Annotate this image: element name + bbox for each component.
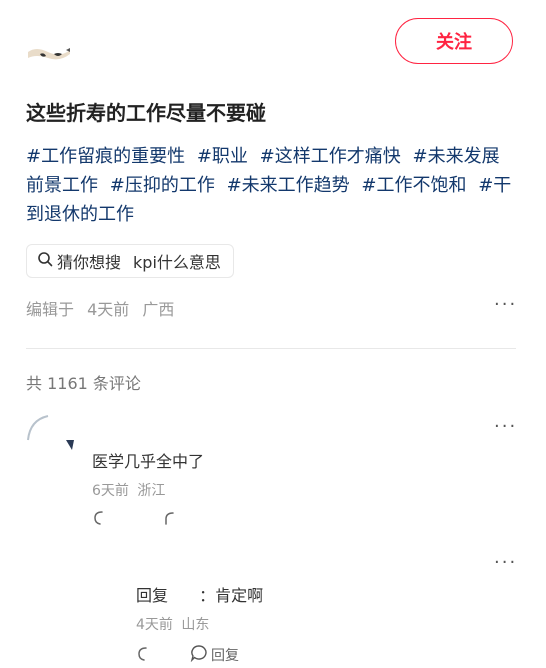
divider <box>26 348 516 349</box>
reply-meta: 4天前 山东 <box>136 614 209 634</box>
search-suggestion-prefix: 猜你想搜 <box>57 253 122 272</box>
tag-link[interactable]: #未来工作趋势 <box>227 175 350 196</box>
edited-label: 编辑于 <box>26 300 75 319</box>
tag-link[interactable]: #工作留痕的重要性 <box>26 146 185 167</box>
reply-button[interactable]: 回复 <box>190 644 239 666</box>
chat-bubble-icon <box>190 644 208 666</box>
like-icon[interactable] <box>92 510 106 526</box>
comment-meta: 6天前 浙江 <box>92 480 165 500</box>
tag-link[interactable]: #这样工作才痛快 <box>260 146 401 167</box>
commenter-avatar[interactable] <box>26 414 80 458</box>
reply-time: 4天前 <box>136 617 173 633</box>
reply-location: 山东 <box>181 617 210 633</box>
reply-text: 回复 ：肯定啊 <box>136 582 263 606</box>
tag-link[interactable]: #工作不饱和 <box>361 175 466 196</box>
search-icon <box>37 251 53 271</box>
tag-link[interactable]: #职业 <box>197 146 248 167</box>
comment-time: 6天前 <box>92 483 129 499</box>
comment-text: 医学几乎全中了 <box>92 452 205 471</box>
reply-prefix: 回复 <box>136 586 169 605</box>
post-title: 这些折寿的工作尽量不要碰 <box>26 101 266 125</box>
search-suggestion-query: kpi什么意思 <box>133 253 221 272</box>
post-location: 广西 <box>142 300 175 319</box>
reply-more-icon[interactable]: ··· <box>494 552 517 573</box>
reply-button-label: 回复 <box>211 648 239 664</box>
reply-like-icon[interactable] <box>136 646 150 662</box>
search-suggestion-chip[interactable]: 猜你想搜 kpi什么意思 <box>26 244 234 278</box>
comment-more-icon[interactable]: ··· <box>494 416 517 437</box>
comment-reply-icon[interactable] <box>162 510 176 526</box>
comment-location: 浙江 <box>137 483 166 499</box>
post-more-icon[interactable]: ··· <box>494 294 517 315</box>
post-time: 4天前 <box>87 300 130 319</box>
post-meta: 编辑于 4天前 广西 <box>26 296 182 320</box>
comment-count: 共 1161 条评论 <box>26 374 141 393</box>
author-avatar[interactable] <box>26 42 72 66</box>
reply-body: ：肯定啊 <box>199 586 264 605</box>
tag-list: #工作留痕的重要性 #职业 #这样工作才痛快 #未来发展前景工作 #压抑的工作 … <box>26 142 516 229</box>
follow-button[interactable]: 关注 <box>395 18 513 64</box>
tag-link[interactable]: #压抑的工作 <box>110 175 215 196</box>
